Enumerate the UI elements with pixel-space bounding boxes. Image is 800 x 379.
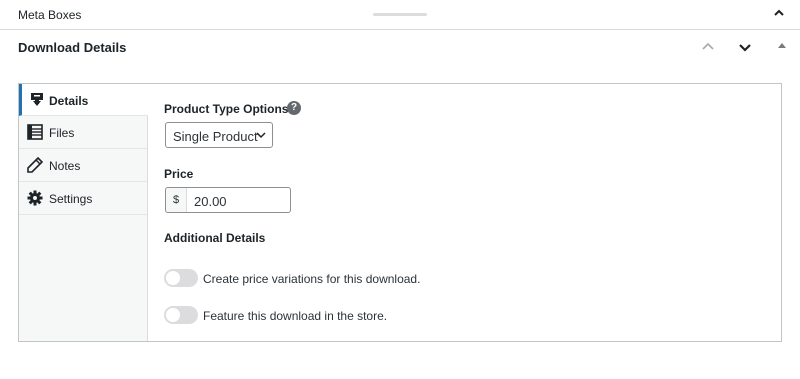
meta-boxes-title: Meta Boxes: [18, 8, 82, 22]
feature-download-toggle[interactable]: [164, 306, 198, 324]
price-value[interactable]: 20.00: [194, 194, 227, 209]
product-type-select[interactable]: Single Product: [165, 122, 273, 148]
tab-settings[interactable]: Settings: [19, 182, 147, 215]
move-up-icon[interactable]: [700, 39, 716, 55]
toggle-knob: [166, 308, 180, 322]
price-label: Price: [164, 167, 194, 181]
move-down-icon[interactable]: [737, 39, 753, 55]
panel-title: Download Details: [18, 40, 127, 55]
toggle-knob: [166, 271, 180, 285]
product-type-value: Single Product: [173, 129, 258, 144]
tab-label: Settings: [49, 192, 93, 206]
tab-label: Details: [49, 94, 89, 108]
pencil-icon: [27, 157, 43, 173]
help-icon[interactable]: ?: [287, 101, 301, 115]
tab-details[interactable]: Details: [19, 84, 148, 116]
toggle-panel-icon[interactable]: [778, 43, 786, 48]
tab-list: Details Files Notes Settings: [19, 84, 148, 341]
feature-download-label: Feature this download in the store.: [203, 309, 388, 323]
tab-label: Files: [49, 126, 75, 140]
meta-boxes-header: Meta Boxes: [0, 0, 800, 30]
gear-icon: [27, 190, 43, 206]
tab-label: Notes: [49, 159, 81, 173]
download-details-box: Details Files Notes Settings Product Typ…: [18, 83, 782, 342]
product-type-label: Product Type Options:: [164, 102, 293, 116]
list-icon: [27, 124, 43, 140]
price-variations-toggle[interactable]: [164, 269, 198, 287]
drag-handle[interactable]: [373, 13, 427, 16]
download-details-header: Download Details: [0, 29, 800, 66]
tab-files[interactable]: Files: [19, 116, 147, 149]
price-field[interactable]: $ 20.00: [165, 187, 291, 213]
price-variations-label: Create price variations for this downloa…: [203, 272, 421, 286]
additional-details-label: Additional Details: [164, 231, 266, 245]
currency-symbol: $: [166, 188, 187, 212]
tab-notes[interactable]: Notes: [19, 149, 147, 182]
chevron-down-icon: [256, 132, 266, 139]
chevron-up-icon[interactable]: [772, 6, 786, 20]
download-icon: [31, 93, 43, 106]
details-panel: Product Type Options: ? Single Product P…: [164, 84, 781, 341]
